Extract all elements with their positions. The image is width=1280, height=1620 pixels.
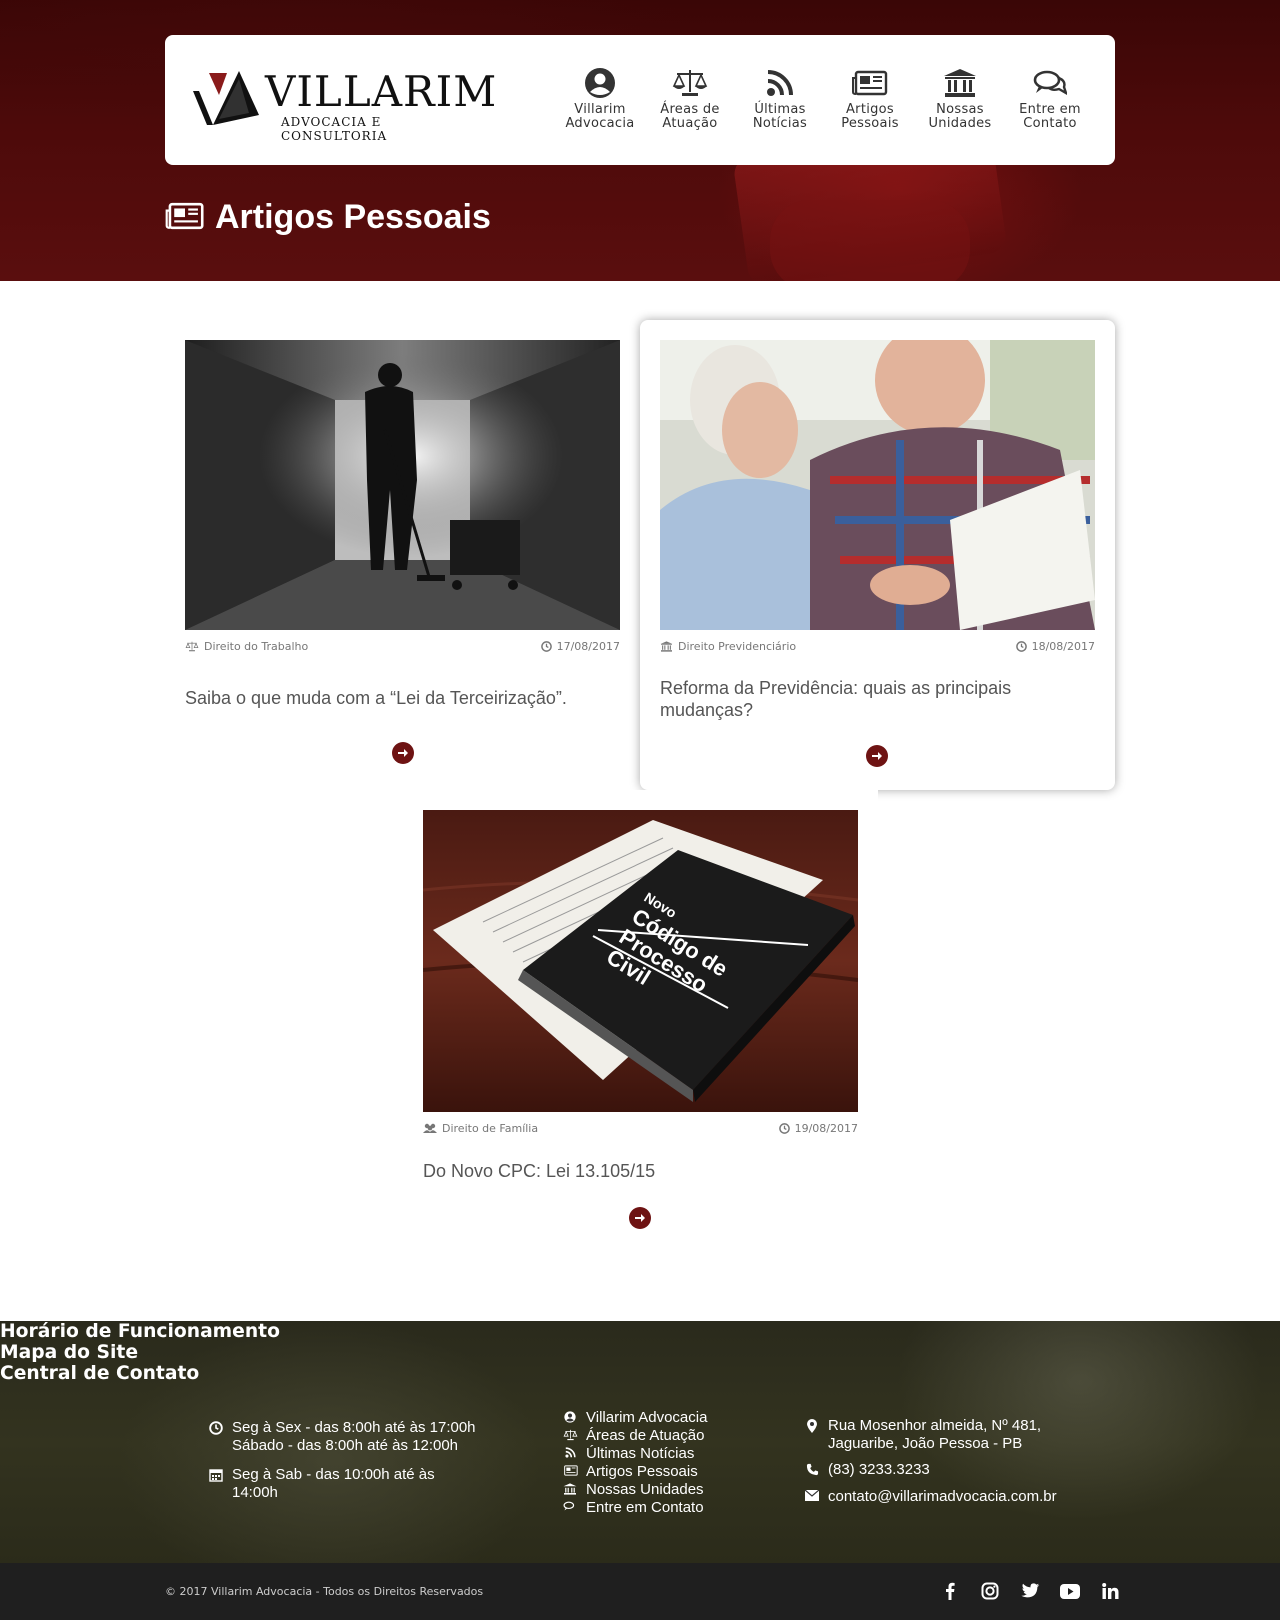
contact-title: Central de Contato	[0, 1363, 200, 1384]
article-date: 19/08/2017	[778, 1122, 858, 1135]
page-heading: Artigos Pessoais	[215, 198, 491, 236]
header-card: VILLARIM ADVOCACIA E CONSULTORIA Villari…	[165, 35, 1115, 165]
user-circle-icon	[555, 63, 645, 103]
logo[interactable]: VILLARIM ADVOCACIA E CONSULTORIA	[189, 65, 496, 143]
nav-label: Nossas Unidades	[928, 102, 992, 131]
article-date: 18/08/2017	[1015, 640, 1095, 653]
article-category: Direito Previdenciário	[660, 640, 796, 653]
hours-title: Horário de Funcionamento	[0, 1321, 280, 1342]
nav-label: Últimas Notícias	[752, 102, 808, 131]
article-image[interactable]: Novo Código de Processo Civil	[423, 810, 858, 1112]
sitemap-link-artigos-pessoais[interactable]: Artigos Pessoais	[562, 1463, 698, 1481]
contact-phone[interactable]: (83) 3233.3233	[804, 1461, 930, 1479]
users-icon	[423, 1123, 437, 1133]
phone-icon	[804, 1461, 820, 1476]
balance-scale-icon	[645, 63, 735, 103]
contact-email[interactable]: contato@villarimadvocacia.com.br	[804, 1488, 1057, 1506]
user-circle-icon	[562, 1409, 578, 1423]
article-card[interactable]: Novo Código de Processo Civil Direito de…	[403, 790, 878, 1240]
nav-item-nossas-unidades[interactable]: Nossas Unidades	[915, 63, 1005, 131]
article-image[interactable]	[660, 340, 1095, 630]
institution-icon	[660, 641, 673, 652]
clock-icon	[1015, 641, 1027, 652]
social-links	[940, 1581, 1120, 1601]
clock-icon	[540, 641, 552, 652]
hero-banner: VILLARIM ADVOCACIA E CONSULTORIA Villari…	[0, 0, 1280, 281]
arrow-right-icon[interactable]	[629, 1207, 651, 1229]
article-date: 17/08/2017	[540, 640, 620, 653]
hours-weekend: Seg à Sab - das 10:00h até às 14:00h	[208, 1466, 435, 1502]
newspaper-icon	[165, 202, 205, 234]
clock-icon	[208, 1419, 224, 1435]
newspaper-icon	[562, 1463, 578, 1476]
instagram-icon[interactable]	[980, 1581, 1000, 1601]
comments-icon	[1005, 63, 1095, 103]
copyright: © 2017 Villarim Advocacia - Todos os Dir…	[165, 1585, 484, 1598]
envelope-icon	[804, 1488, 820, 1501]
sitemap-title: Mapa do Site	[0, 1342, 139, 1363]
nav-item-villarim-advocacia[interactable]: Villarim Advocacia	[555, 63, 645, 131]
newspaper-icon	[825, 63, 915, 103]
map-marker-icon	[804, 1417, 820, 1433]
article-title[interactable]: Do Novo CPC: Lei 13.105/15	[423, 1160, 858, 1182]
sitemap-link-villarim-advocacia[interactable]: Villarim Advocacia	[562, 1409, 707, 1427]
contact-address: Rua Mosenhor almeida, Nº 481, Jaguaribe, …	[804, 1417, 1041, 1453]
comments-icon	[562, 1499, 578, 1512]
balance-scale-icon	[562, 1427, 578, 1441]
article-category: Direito do Trabalho	[185, 640, 308, 653]
institution-icon	[562, 1481, 578, 1495]
nav-item-entre-em-contato[interactable]: Entre em Contato	[1005, 63, 1095, 131]
main-nav: Villarim Advocacia Áreas de Atuação Últi…	[555, 63, 1095, 131]
footer: Horário de Funcionamento Seg à Sex - das…	[0, 1321, 1280, 1563]
twitter-icon[interactable]	[1020, 1581, 1040, 1601]
article-title[interactable]: Reforma da Previdência: quais as princip…	[660, 677, 1095, 721]
arrow-right-icon[interactable]	[392, 742, 414, 764]
rss-icon	[735, 63, 825, 103]
logo-tagline: ADVOCACIA E CONSULTORIA	[281, 115, 388, 143]
footer-bottom-bar: © 2017 Villarim Advocacia - Todos os Dir…	[0, 1563, 1280, 1620]
nav-label: Artigos Pessoais	[841, 102, 899, 131]
article-title[interactable]: Saiba o que muda com a “Lei da Terceiriz…	[185, 687, 620, 709]
sitemap-link-nossas-unidades[interactable]: Nossas Unidades	[562, 1481, 704, 1499]
nav-item-areas-de-atuacao[interactable]: Áreas de Atuação	[645, 63, 735, 131]
hours-weekday: Seg à Sex - das 8:00h até às 17:00h Sábad…	[208, 1419, 476, 1455]
rss-icon	[562, 1445, 578, 1458]
nav-label: Villarim Advocacia	[565, 102, 635, 131]
calendar-icon	[208, 1466, 224, 1482]
article-card[interactable]: Direito Previdenciário 18/08/2017 Reform…	[640, 320, 1115, 790]
logo-name: VILLARIM	[265, 67, 498, 116]
sitemap-link-ultimas-noticias[interactable]: Últimas Notícias	[562, 1445, 694, 1463]
facebook-icon[interactable]	[940, 1581, 960, 1601]
page-title: Artigos Pessoais	[165, 198, 491, 237]
youtube-icon[interactable]	[1060, 1581, 1080, 1601]
arrow-right-icon[interactable]	[866, 745, 888, 767]
institution-icon	[915, 63, 1005, 103]
clock-icon	[778, 1123, 790, 1134]
nav-label: Áreas de Atuação	[660, 102, 720, 131]
linkedin-icon[interactable]	[1100, 1581, 1120, 1601]
sitemap-link-entre-em-contato[interactable]: Entre em Contato	[562, 1499, 704, 1517]
article-card[interactable]: Direito do Trabalho 17/08/2017 Saiba o q…	[165, 320, 640, 770]
logo-mark-icon	[193, 71, 259, 125]
sitemap-link-areas-de-atuacao[interactable]: Áreas de Atuação	[562, 1427, 704, 1445]
nav-label: Entre em Contato	[1019, 102, 1081, 131]
nav-item-artigos-pessoais[interactable]: Artigos Pessoais	[825, 63, 915, 131]
nav-item-ultimas-noticias[interactable]: Últimas Notícias	[735, 63, 825, 131]
article-category: Direito de Família	[423, 1122, 538, 1135]
balance-scale-icon	[185, 641, 199, 652]
article-image[interactable]	[185, 340, 620, 630]
